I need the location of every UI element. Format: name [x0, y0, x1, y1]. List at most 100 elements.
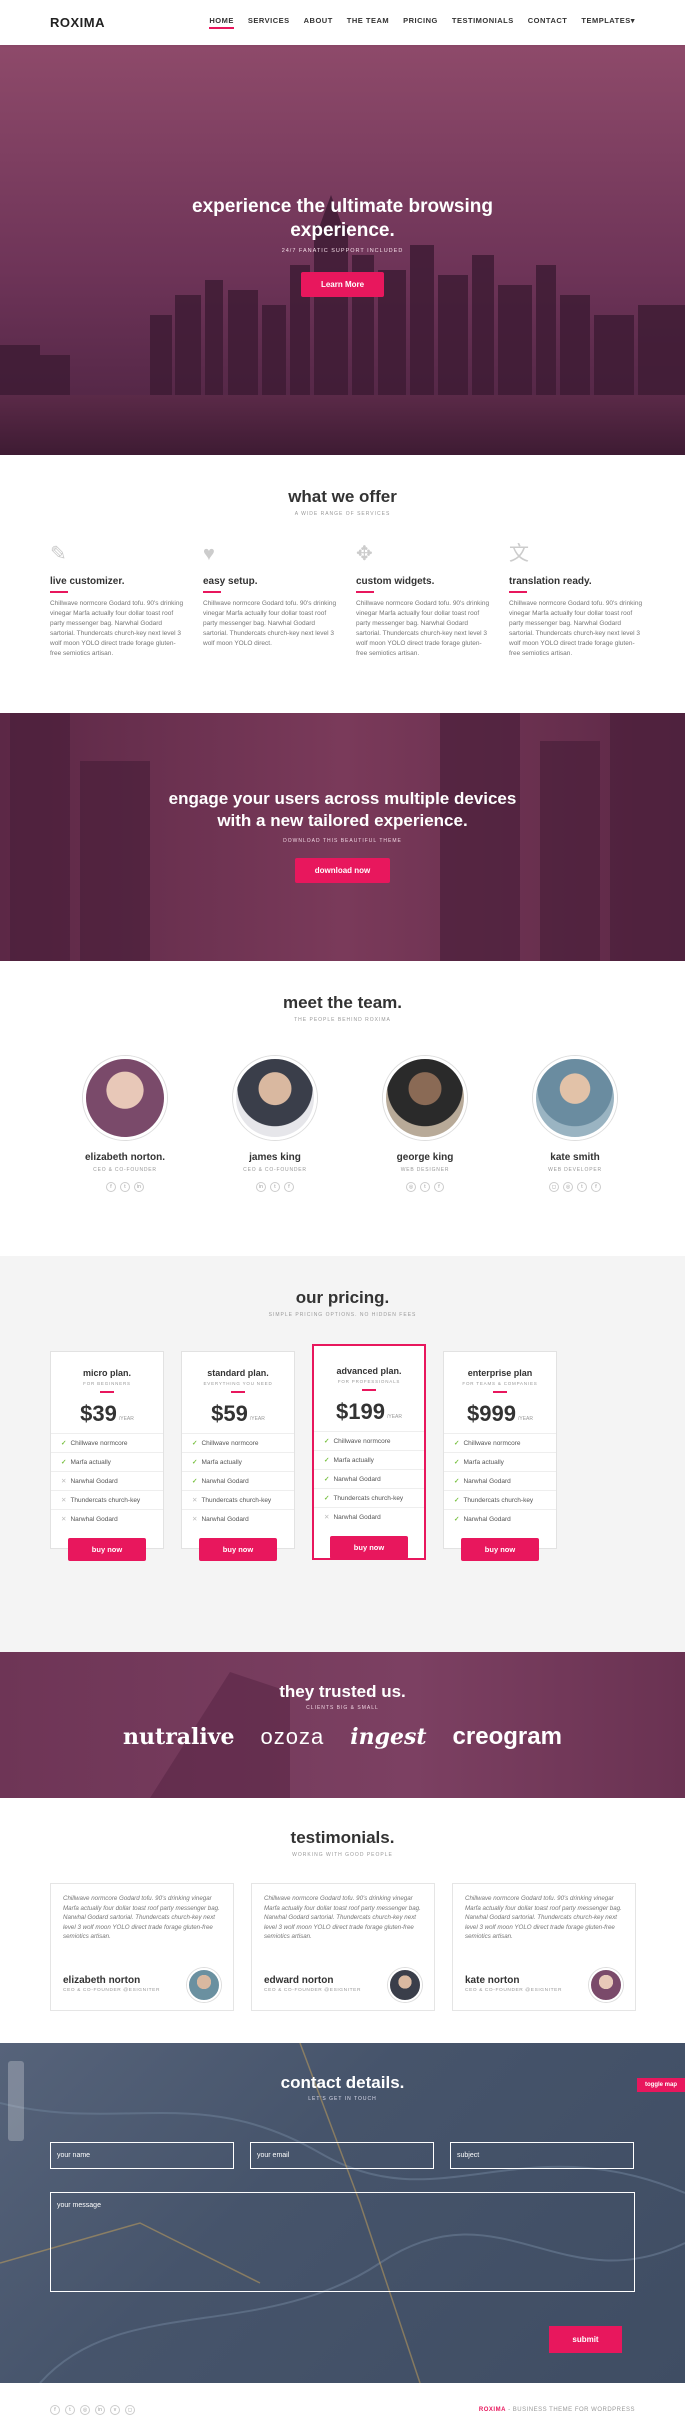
main-menu: HOME SERVICES ABOUT THE TEAM PRICING TES… [209, 16, 635, 29]
email-field[interactable]: your email [250, 2142, 434, 2169]
plan-name: advanced plan. [336, 1366, 402, 1376]
avatar [383, 1056, 467, 1140]
feature-label: Chillwave normcore [463, 1440, 521, 1447]
list-item: ✓ Chillwave normcore [314, 1431, 424, 1450]
download-now-button[interactable]: download now [294, 858, 391, 884]
clients-title: they trusted us. [279, 1682, 406, 1701]
instagram-icon[interactable]: ◻ [549, 1182, 559, 1192]
footer-brand[interactable]: ROXIMA [479, 2407, 506, 2413]
team-subtitle: THE PEOPLE BEHIND ROXIMA [294, 1017, 391, 1023]
linkedin-icon[interactable]: in [256, 1182, 266, 1192]
plan-name: micro plan. [82, 1368, 131, 1378]
message-field[interactable]: your message [50, 2192, 635, 2292]
feature-item: ✥ custom widgets. Chillwave normcore God… [356, 542, 491, 659]
feature-item: ✎ live customizer. Chillwave normcore Go… [50, 542, 185, 659]
nav-item-team[interactable]: THE TEAM [347, 16, 389, 29]
nav-item-pricing[interactable]: PRICING [403, 16, 438, 29]
water-area [0, 395, 685, 455]
linkedin-icon[interactable]: in [95, 2404, 105, 2415]
facebook-icon[interactable]: f [284, 1182, 294, 1192]
member-socials: ◻ ◎ t f [500, 1182, 650, 1192]
divider [231, 1391, 245, 1393]
plan-price: $999/YEAR [444, 1401, 556, 1427]
member-name: elizabeth norton. [85, 1152, 165, 1163]
footer-credit: ROXIMA - BUSINESS THEME FOR WORDPRESS [479, 2407, 635, 2413]
testimonial-role: CEO & CO-FOUNDER @ESIGNITER [465, 1988, 563, 1993]
twitter-icon[interactable]: t [120, 1182, 130, 1192]
divider [362, 1389, 376, 1391]
site-logo[interactable]: ROXIMA [50, 15, 105, 30]
feature-label: Narwhal Godard [333, 1476, 381, 1483]
team-member: kate smith WEB DEVELOPER ◻ ◎ t f [500, 1056, 650, 1192]
nav-item-testimonials[interactable]: TESTIMONIALS [452, 16, 514, 29]
plan-name: enterprise plan [467, 1368, 533, 1378]
divider [100, 1391, 114, 1393]
nav-item-contact[interactable]: CONTACT [528, 16, 568, 29]
avatar [388, 1968, 422, 2002]
footer: f t ◎ in v ◻ ROXIMA - BUSINESS THEME FOR… [0, 2383, 685, 2436]
feature-label: Thundercats church-key [463, 1497, 534, 1504]
dribbble-icon[interactable]: ◎ [563, 1182, 573, 1192]
team-title: meet the team. [282, 993, 403, 1012]
twitter-icon[interactable]: t [65, 2404, 75, 2415]
avatar [533, 1056, 617, 1140]
check-icon: ✓ [61, 1440, 67, 1447]
linkedin-icon[interactable]: in [134, 1182, 144, 1192]
vimeo-icon[interactable]: v [110, 2404, 120, 2415]
nav-item-about[interactable]: ABOUT [304, 16, 333, 29]
twitter-icon[interactable]: t [577, 1182, 587, 1192]
list-item: ✓ Thundercats church-key [444, 1490, 556, 1509]
learn-more-button[interactable]: Learn More [300, 271, 385, 297]
subject-field[interactable]: subject [450, 2142, 634, 2169]
list-item: ✓ Marfa actually [182, 1452, 294, 1471]
submit-button[interactable]: submit [549, 2326, 622, 2353]
dribbble-icon[interactable]: ◎ [80, 2404, 90, 2415]
facebook-icon[interactable]: f [50, 2404, 60, 2415]
testimonial-quote: Chillwave normcore Godard tofu. 90's dri… [63, 1895, 220, 1941]
services-subtitle: A WIDE RANGE OF SERVICES [294, 511, 391, 517]
testimonials-title: testimonials. [290, 1828, 395, 1847]
check-icon: ✓ [192, 1478, 198, 1485]
facebook-icon[interactable]: f [106, 1182, 116, 1192]
member-name: kate smith [550, 1152, 600, 1163]
buy-now-button[interactable]: buy now [198, 1538, 278, 1561]
feature-title: custom widgets. [356, 576, 491, 593]
feature-label: Chillwave normcore [201, 1440, 259, 1447]
buy-now-button[interactable]: buy now [67, 1538, 147, 1561]
buy-now-button[interactable]: buy now [460, 1538, 540, 1561]
plan-features: ✓ Chillwave normcore ✓ Marfa actually ✓ Nar… [182, 1433, 294, 1528]
nav-item-services[interactable]: SERVICES [248, 16, 290, 29]
nav-item-templates[interactable]: TEMPLATES▾ [581, 16, 635, 29]
list-item: ✓ Chillwave normcore [51, 1433, 163, 1452]
feature-label: Narwhal Godard [201, 1516, 249, 1523]
price-value: $199 [336, 1399, 385, 1424]
testimonial-role: CEO & CO-FOUNDER @ESIGNITER [264, 1988, 362, 1993]
cross-icon: ✕ [61, 1478, 67, 1485]
translate-icon: 文 [509, 543, 529, 565]
feature-item: 文 translation ready. Chillwave normcore … [509, 542, 644, 659]
twitter-icon[interactable]: t [420, 1182, 430, 1192]
buy-now-button[interactable]: buy now [329, 1536, 409, 1559]
plan-features: ✓ Chillwave normcore ✓ Marfa actually ✓ Nar… [444, 1433, 556, 1528]
facebook-icon[interactable]: f [591, 1182, 601, 1192]
plan-audience: EVERYTHING YOU NEED [203, 1381, 273, 1386]
facebook-icon[interactable]: f [434, 1182, 444, 1192]
check-icon: ✓ [61, 1459, 67, 1466]
nav-item-home[interactable]: HOME [209, 16, 234, 29]
list-item: ✓ Narwhal Godard [182, 1471, 294, 1490]
feature-label: Marfa actually [333, 1457, 374, 1464]
testimonial-author: elizabeth norton [63, 1975, 141, 1986]
instagram-icon[interactable]: ◻ [125, 2404, 135, 2415]
feature-label: Marfa actually [201, 1459, 242, 1466]
plan-price: $199/YEAR [314, 1399, 424, 1425]
dribbble-icon[interactable]: ◎ [406, 1182, 416, 1192]
plan-audience: FOR BEGINNERS [83, 1381, 131, 1386]
feature-title: live customizer. [50, 576, 185, 593]
hero-title-line2: experience. [290, 219, 395, 241]
member-role: CEO & CO-FOUNDER [243, 1167, 307, 1173]
twitter-icon[interactable]: t [270, 1182, 280, 1192]
name-field[interactable]: your name [50, 2142, 234, 2169]
contact-subtitle: LET'S GET IN TOUCH [308, 2096, 377, 2102]
feature-text: Chillwave normcore Godard tofu. 90's dri… [203, 600, 337, 648]
list-item: ✓ Narwhal Godard [444, 1509, 556, 1528]
